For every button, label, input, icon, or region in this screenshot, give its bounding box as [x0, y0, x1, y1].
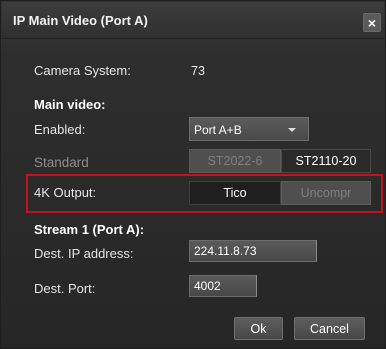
cancel-button[interactable]: Cancel	[294, 317, 365, 340]
ok-button[interactable]: Ok	[234, 317, 283, 340]
standard-option-st2110-20[interactable]: ST2110-20	[281, 149, 371, 173]
4k-output-option-tico[interactable]: Tico	[189, 181, 281, 205]
dest-port-field[interactable]: 4002	[189, 275, 257, 297]
enabled-label: Enabled:	[34, 122, 86, 137]
camera-system-value: 73	[191, 64, 205, 78]
ip-main-video-dialog: IP Main Video (Port A) × Camera System: …	[0, 0, 386, 349]
enabled-select-value: Port A+B	[194, 123, 242, 137]
dialog-title: IP Main Video (Port A)	[13, 13, 148, 28]
4k-output-option-uncompr[interactable]: Uncompr	[281, 181, 371, 205]
standard-label: Standard	[34, 155, 89, 170]
camera-system-label: Camera System:	[34, 63, 131, 78]
4k-output-label: 4K Output:	[34, 185, 97, 200]
close-glyph: ×	[367, 14, 377, 31]
close-icon[interactable]: ×	[363, 13, 381, 32]
stream1-heading: Stream 1 (Port A):	[34, 222, 145, 237]
chevron-down-icon	[288, 128, 296, 132]
dest-ip-label: Dest. IP address:	[34, 246, 134, 261]
main-video-heading: Main video:	[34, 97, 106, 112]
enabled-select[interactable]: Port A+B	[189, 117, 309, 141]
dest-port-label: Dest. Port:	[34, 281, 96, 296]
dialog-titlebar[interactable]: IP Main Video (Port A) ×	[2, 2, 384, 39]
dest-ip-field[interactable]: 224.11.8.73	[189, 240, 317, 262]
standard-option-st2022-6[interactable]: ST2022-6	[189, 149, 281, 173]
